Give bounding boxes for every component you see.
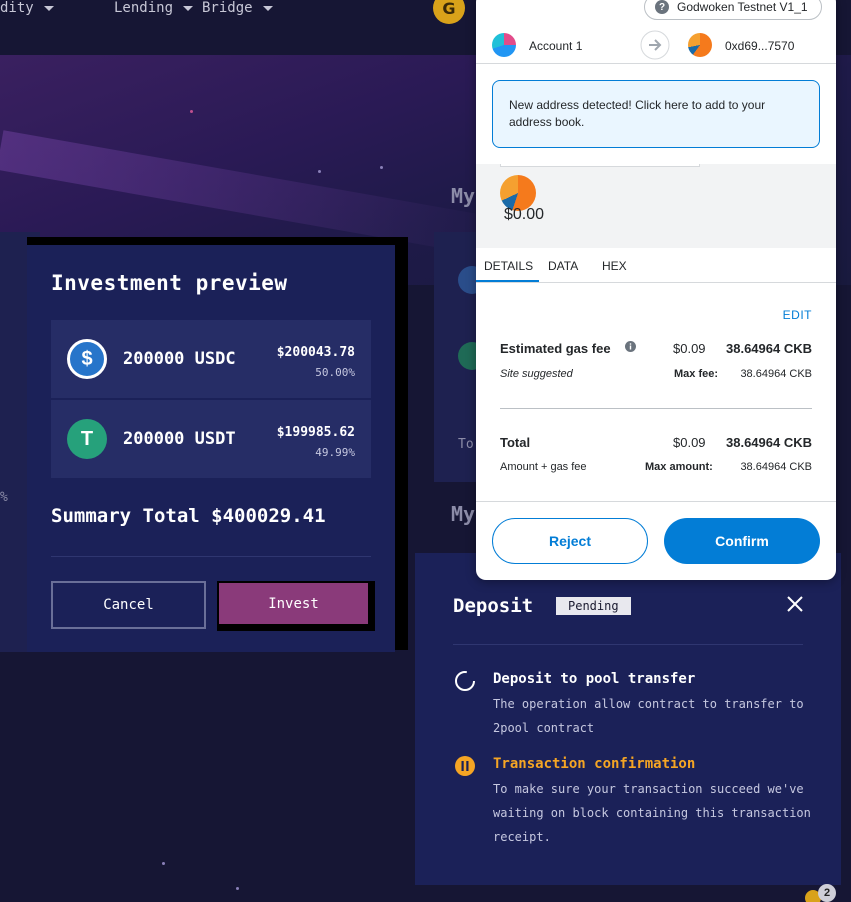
- logo-letter: G: [442, 0, 456, 18]
- investment-usd-value: $200043.78: [276, 345, 355, 360]
- status-badge: Pending: [556, 597, 631, 615]
- edit-gas-button[interactable]: EDIT: [783, 308, 812, 322]
- gas-fee-amount: 38.64964 CKB: [726, 341, 812, 356]
- investment-amount: 200000 USDT: [123, 429, 236, 449]
- nav-item-label: Lending: [114, 0, 174, 16]
- spinner-icon: [455, 671, 475, 691]
- network-selector[interactable]: ? Godwoken Testnet V1_1: [644, 0, 822, 20]
- tab-details[interactable]: DETAILS: [484, 259, 533, 273]
- investment-percent: 50.00%: [315, 366, 355, 379]
- step-description: To make sure your transaction succeed we…: [493, 782, 811, 844]
- transaction-summary: $0.00: [476, 164, 836, 248]
- max-fee-value: 38.64964 CKB: [740, 368, 812, 380]
- godwoken-logo-icon[interactable]: G: [433, 0, 465, 24]
- step-title: Deposit to pool transfer: [493, 671, 696, 687]
- investment-amount: 200000 USDC: [123, 349, 236, 369]
- total-usd: $0.09: [673, 435, 706, 450]
- background-star: [236, 887, 239, 890]
- notification-badge[interactable]: 2: [805, 884, 845, 902]
- background-heading: My: [451, 502, 476, 526]
- max-amount-label: Max amount:: [645, 461, 713, 473]
- deposit-modal: Deposit Pending Deposit to pool transfer…: [415, 553, 841, 885]
- gas-fee-usd: $0.09: [673, 341, 706, 356]
- chevron-down-icon: [43, 5, 54, 11]
- info-icon[interactable]: [625, 341, 636, 352]
- nav-item-bridge[interactable]: Bridge: [202, 0, 273, 16]
- background-star: [318, 170, 321, 173]
- nav-item-label: dity: [0, 0, 34, 16]
- step-title: Transaction confirmation: [493, 756, 696, 772]
- background-total-label: To: [458, 437, 474, 452]
- background-star: [380, 166, 383, 169]
- step-description: The operation allow contract to transfer…: [493, 697, 804, 735]
- divider: [500, 408, 812, 409]
- divider: [51, 556, 371, 557]
- tab-hex[interactable]: HEX: [602, 259, 627, 273]
- notification-count: 2: [818, 884, 836, 902]
- background-star: [190, 110, 193, 113]
- tab-bar: DETAILS DATA HEX: [476, 248, 836, 283]
- site-suggested-label: Site suggested: [500, 368, 573, 380]
- pause-icon: [455, 756, 475, 776]
- usdc-coin-icon: $: [67, 339, 107, 379]
- close-icon[interactable]: [786, 595, 804, 613]
- modal-title: Investment preview: [51, 271, 288, 295]
- tab-data[interactable]: DATA: [548, 259, 578, 273]
- nav-item-lending[interactable]: Lending: [114, 0, 194, 16]
- max-fee-label: Max fee:: [674, 368, 719, 380]
- arrow-right-icon: [640, 30, 670, 60]
- metamask-popup: ? Godwoken Testnet V1_1 Account 1 0xd69.…: [476, 0, 836, 580]
- confirm-button[interactable]: Confirm: [664, 518, 820, 564]
- divider: [476, 501, 836, 502]
- gas-fee-label: Estimated gas fee: [500, 341, 611, 356]
- nav-item-label: Bridge: [202, 0, 253, 16]
- usdt-coin-icon: T: [67, 419, 107, 459]
- coin-glyph: $: [81, 347, 93, 370]
- active-tab-indicator: [476, 280, 539, 282]
- background-percent: %: [0, 490, 8, 505]
- from-account-name[interactable]: Account 1: [529, 39, 582, 53]
- background-star: [162, 862, 165, 865]
- cancel-button[interactable]: Cancel: [51, 581, 206, 629]
- total-amount: 38.64964 CKB: [726, 435, 812, 450]
- question-icon: ?: [655, 0, 669, 14]
- deposit-title: Deposit: [453, 595, 534, 617]
- investment-row-usdc: $ 200000 USDC $200043.78 50.00%: [51, 320, 371, 398]
- network-name: Godwoken Testnet V1_1: [677, 0, 808, 14]
- amount-gas-label: Amount + gas fee: [500, 461, 587, 473]
- to-address[interactable]: 0xd69...7570: [725, 39, 794, 53]
- investment-usd-value: $199985.62: [276, 425, 355, 440]
- background-heading: My: [451, 184, 476, 208]
- recipient-avatar: [688, 33, 712, 57]
- transaction-value: $0.00: [504, 206, 545, 223]
- summary-total: Summary Total $400029.41: [51, 505, 326, 527]
- coin-glyph: T: [80, 427, 94, 450]
- max-amount-value: 38.64964 CKB: [740, 461, 812, 473]
- divider: [453, 644, 803, 645]
- chevron-down-icon: [262, 5, 273, 11]
- invest-button[interactable]: Invest: [217, 581, 370, 626]
- investment-preview-modal: Investment preview $ 200000 USDC $200043…: [27, 245, 395, 652]
- investment-percent: 49.99%: [315, 446, 355, 459]
- account-bar: Account 1 0xd69...7570: [476, 26, 836, 64]
- total-label: Total: [500, 435, 531, 450]
- nav-item-liquidity[interactable]: dity: [0, 0, 54, 16]
- account-avatar: [492, 33, 516, 57]
- summary-edge: [500, 164, 700, 167]
- investment-row-usdt: T 200000 USDT $199985.62 49.99%: [51, 400, 371, 478]
- reject-button[interactable]: Reject: [492, 518, 648, 564]
- chevron-down-icon: [183, 5, 194, 11]
- new-address-notice[interactable]: New address detected! Click here to add …: [492, 80, 820, 148]
